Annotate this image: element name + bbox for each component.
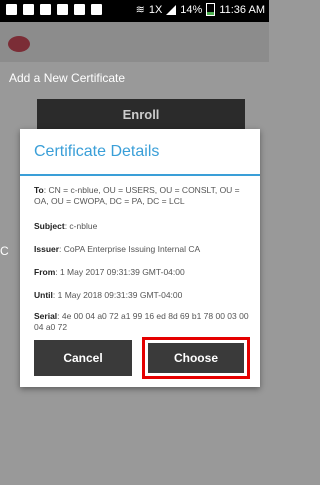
until-value: : 1 May 2018 09:31:39 GMT-04:00 <box>52 290 183 300</box>
serial-label: Serial <box>34 311 58 321</box>
app-bar <box>0 22 269 62</box>
subject-value: : c-nblue <box>64 221 98 231</box>
to-value: : CN = c-nblue, OU = USERS, OU = CONSLT,… <box>34 185 240 206</box>
notification-icons <box>6 4 102 15</box>
clock: 11:36 AM <box>219 3 265 16</box>
choose-highlight: Choose <box>142 337 250 379</box>
notification-icon <box>40 4 51 15</box>
status-bar: ≋ 1X 14% 11:36 AM <box>0 0 269 22</box>
mail-icon <box>74 4 85 15</box>
serial-field: Serial: 4e 00 04 a0 72 a1 99 16 ed 8d 69… <box>34 311 250 333</box>
network-type: 1X <box>148 3 163 16</box>
cancel-button[interactable]: Cancel <box>34 340 132 376</box>
title-divider <box>20 174 260 176</box>
to-field: To: CN = c-nblue, OU = USERS, OU = CONSL… <box>34 185 250 207</box>
until-field: Until: 1 May 2018 09:31:39 GMT-04:00 <box>34 290 250 301</box>
serial-value: : 4e 00 04 a0 72 a1 99 16 ed 8d 69 b1 78… <box>34 311 249 332</box>
from-value: : 1 May 2017 09:31:39 GMT-04:00 <box>55 267 185 277</box>
dialog-title: Certificate Details <box>34 143 160 160</box>
from-field: From: 1 May 2017 09:31:39 GMT-04:00 <box>34 267 250 278</box>
partial-label: C <box>0 244 9 258</box>
image-icon <box>57 4 68 15</box>
enroll-button[interactable]: Enroll <box>37 99 245 131</box>
battery-percent: 14% <box>180 3 203 16</box>
signal-icon <box>166 4 177 15</box>
subject-label: Subject <box>34 221 65 231</box>
issuer-field: Issuer: CoPA Enterprise Issuing Internal… <box>34 244 250 255</box>
choose-button[interactable]: Choose <box>148 343 244 373</box>
issuer-value: : CoPA Enterprise Issuing Internal CA <box>59 244 201 254</box>
battery-icon <box>206 3 216 16</box>
issuer-label: Issuer <box>34 244 60 254</box>
section-label: Add a New Certificate <box>9 71 126 85</box>
notification-icon <box>6 4 17 15</box>
app-logo-icon[interactable] <box>8 36 30 52</box>
download-icon <box>91 4 102 15</box>
wifi-icon: ≋ <box>135 4 145 16</box>
to-label: To <box>34 185 44 195</box>
until-label: Until <box>34 290 53 300</box>
from-label: From <box>34 267 56 277</box>
certificate-details-dialog: Certificate Details To: CN = c-nblue, OU… <box>20 129 260 387</box>
warning-icon <box>23 4 34 15</box>
status-right: ≋ 1X 14% 11:36 AM <box>136 3 265 16</box>
subject-field: Subject: c-nblue <box>34 221 250 232</box>
